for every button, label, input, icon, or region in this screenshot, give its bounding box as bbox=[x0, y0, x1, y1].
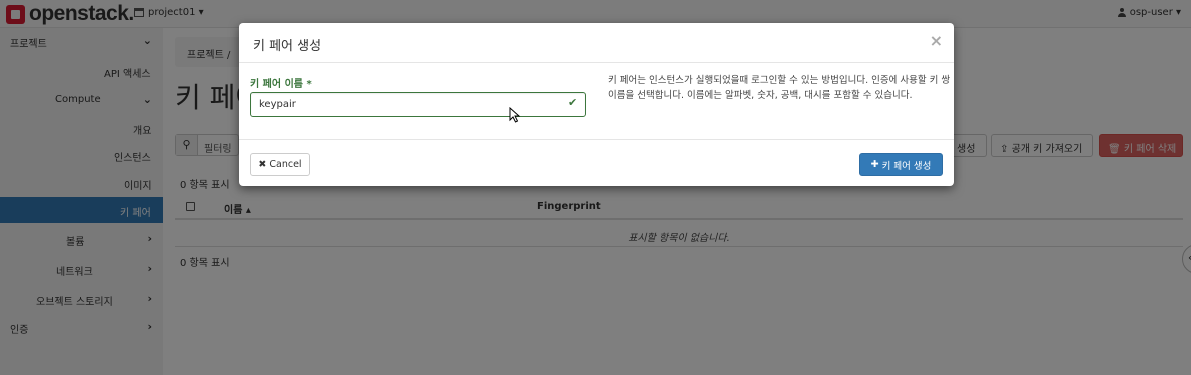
submit-label: 키 페어 생성 bbox=[881, 160, 932, 172]
cancel-label: Cancel bbox=[269, 159, 302, 170]
close-icon: ✖ bbox=[258, 159, 267, 170]
close-icon[interactable]: × bbox=[930, 31, 943, 50]
mouse-cursor-icon bbox=[509, 107, 521, 123]
create-key-pair-modal: 키 페어 생성 × 키 페어 이름 * ✔ 키 페어는 인스턴스가 실행되었을때… bbox=[239, 23, 954, 186]
key-pair-name-input[interactable] bbox=[250, 92, 586, 117]
modal-title: 키 페어 생성 bbox=[253, 39, 322, 54]
create-key-pair-submit-button[interactable]: ✚ 키 페어 생성 bbox=[859, 153, 943, 176]
modal-header: 키 페어 생성 × bbox=[239, 23, 954, 63]
modal-footer: ✖ Cancel ✚ 키 페어 생성 bbox=[239, 139, 954, 186]
plus-icon: ✚ bbox=[870, 159, 879, 170]
cancel-button[interactable]: ✖ Cancel bbox=[250, 153, 310, 176]
checkmark-icon: ✔ bbox=[568, 96, 578, 109]
help-text: 키 페어는 인스턴스가 실행되었을때 로그인할 수 있는 방법입니다. 인증에 … bbox=[608, 75, 951, 101]
key-pair-name-label: 키 페어 이름 * bbox=[250, 79, 312, 90]
